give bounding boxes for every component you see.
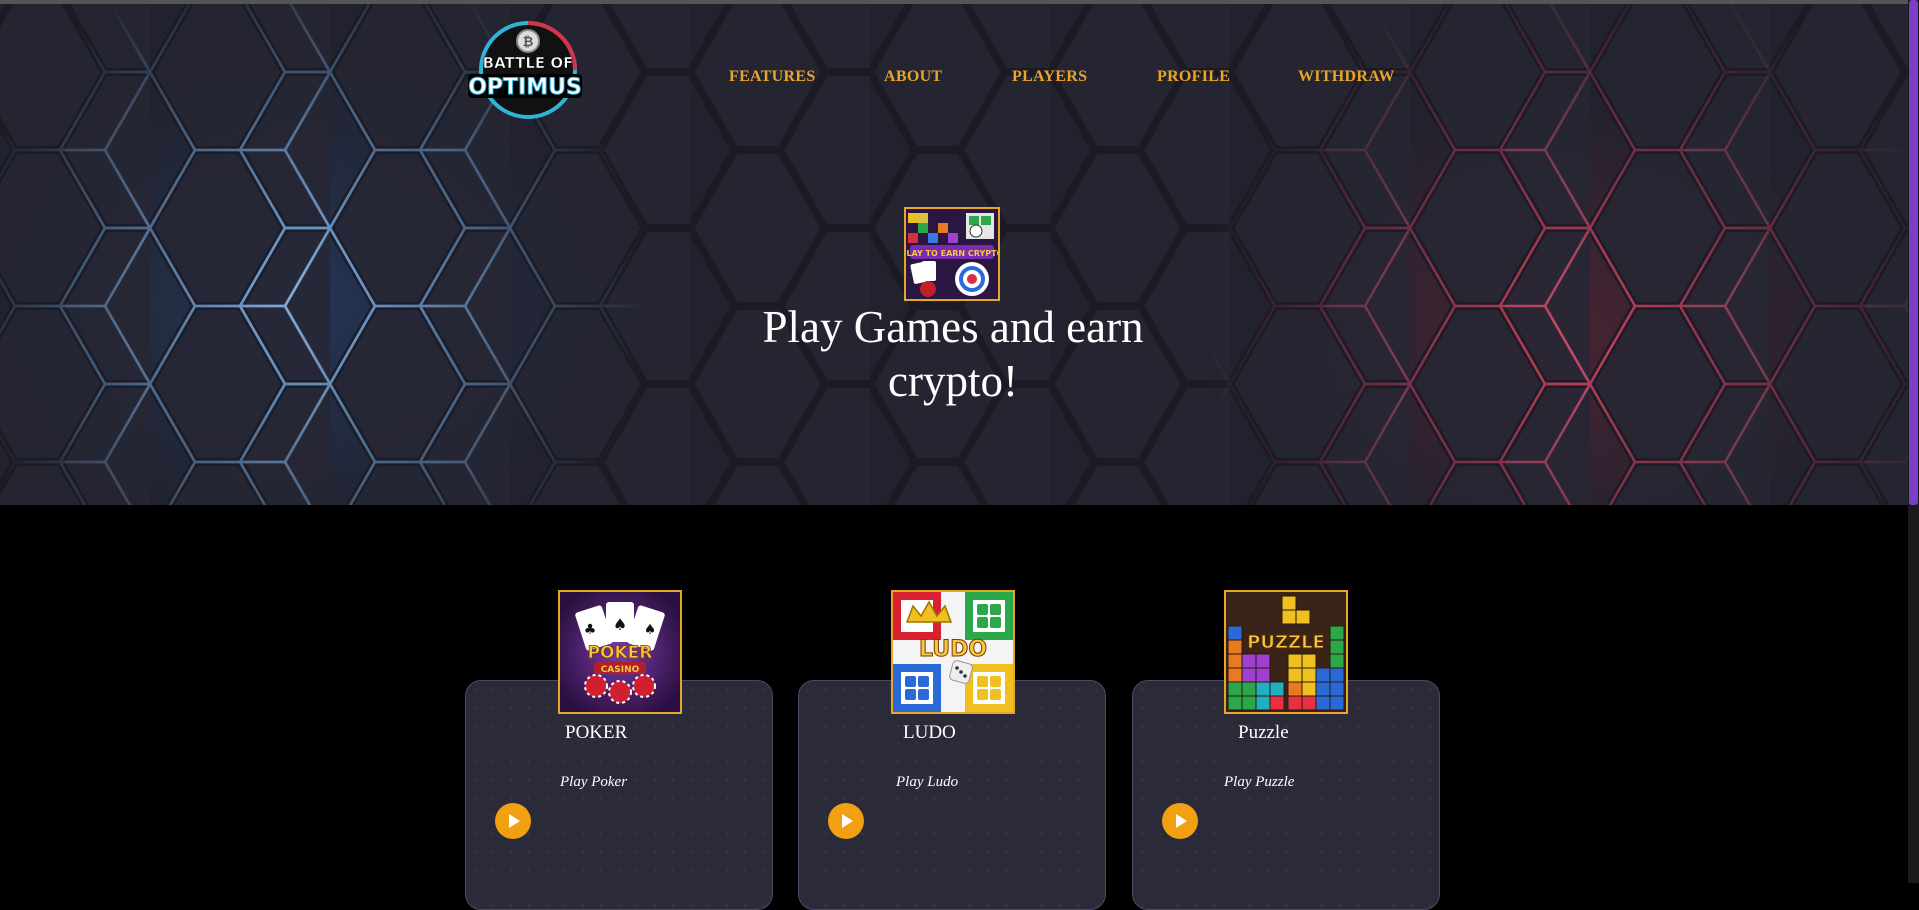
puzzle-subtitle: Play Puzzle: [1224, 774, 1295, 790]
game-card-puzzle: [1132, 680, 1440, 910]
hero-title: Play Games and earn crypto!: [762, 302, 1144, 406]
nav-players[interactable]: PLAYERS: [1012, 68, 1087, 86]
svg-text:OPTIMUS: OPTIMUS: [468, 75, 582, 100]
svg-text:♣: ♣: [584, 622, 597, 638]
svg-text:PLAY TO EARN CRYPTO: PLAY TO EARN CRYPTO: [906, 249, 998, 258]
play-to-earn-icon: PLAY TO EARN CRYPTO: [901, 207, 1004, 301]
play-poker-button[interactable]: [495, 803, 531, 839]
play-ludo-button[interactable]: [828, 803, 864, 839]
svg-text:₿: ₿: [523, 35, 534, 50]
ludo-subtitle: Play Ludo: [896, 774, 959, 790]
ludo-title: LUDO: [903, 722, 956, 743]
puzzle-thumbnail[interactable]: PUZZLE: [1224, 590, 1348, 714]
poker-thumbnail[interactable]: ♠ ♣ ♠ POKER CASINO: [558, 590, 682, 714]
hero-section: ₿ BATTLE OF OPTIMUS FEATURES ABOUT PLAYE…: [0, 0, 1908, 505]
play-icon: [1176, 814, 1187, 828]
ludo-thumbnail[interactable]: LUDO: [891, 590, 1015, 714]
play-puzzle-button[interactable]: [1162, 803, 1198, 839]
nav-about[interactable]: ABOUT: [884, 68, 942, 86]
nav-profile[interactable]: PROFILE: [1157, 68, 1230, 86]
nav-withdraw[interactable]: WITHDRAW: [1298, 68, 1395, 86]
scrollbar-thumb[interactable]: [1909, 0, 1918, 505]
game-card-poker: [465, 680, 773, 910]
play-icon: [509, 814, 520, 828]
svg-text:CASINO: CASINO: [601, 665, 640, 675]
puzzle-title: Puzzle: [1238, 722, 1289, 743]
play-icon: [842, 814, 853, 828]
svg-text:PUZZLE: PUZZLE: [1247, 632, 1325, 653]
page-scrollbar[interactable]: [1908, 0, 1919, 883]
poker-title: POKER: [565, 722, 628, 743]
nav-features[interactable]: FEATURES: [729, 68, 816, 86]
svg-text:POKER: POKER: [588, 643, 653, 663]
svg-text:BATTLE OF: BATTLE OF: [483, 54, 574, 72]
battle-of-optimus-logo[interactable]: ₿ BATTLE OF OPTIMUS: [466, 18, 584, 120]
svg-text:LUDO: LUDO: [919, 637, 987, 662]
poker-subtitle: Play Poker: [560, 774, 628, 790]
game-card-ludo: [798, 680, 1106, 910]
svg-text:♠: ♠: [613, 615, 627, 634]
svg-text:♠: ♠: [644, 622, 657, 638]
